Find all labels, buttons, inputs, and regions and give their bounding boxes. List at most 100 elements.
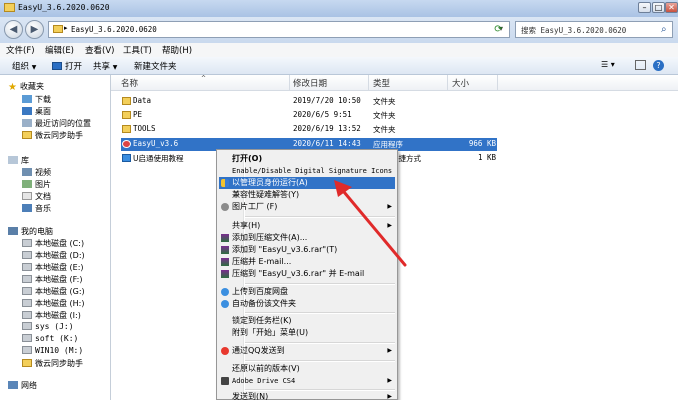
app-icon xyxy=(122,140,131,148)
file-row[interactable]: TOOLS 2020/6/19 13:52 文件夹 xyxy=(111,123,678,136)
menu-item-adobe-drive[interactable]: Adobe Drive CS4 ▶ xyxy=(219,375,395,387)
menu-item-compress-email[interactable]: 压缩并 E-mail... xyxy=(219,256,395,268)
nav-item-downloads[interactable]: 下载 xyxy=(22,94,51,105)
refresh-icon[interactable]: ⟳ xyxy=(492,23,505,36)
column-size[interactable]: 大小 xyxy=(452,77,469,89)
forward-button[interactable]: ▶ xyxy=(25,20,44,39)
nav-libraries[interactable]: 库 xyxy=(8,155,29,166)
nav-drive[interactable]: 本地磁盘 (H:) xyxy=(22,298,85,309)
menu-item-auto-backup[interactable]: 自动备份该文件夹 xyxy=(219,298,395,310)
nav-item-videos[interactable]: 视频 xyxy=(22,167,51,178)
new-folder-button[interactable]: 新建文件夹 xyxy=(134,60,177,72)
nav-item-music[interactable]: 音乐 xyxy=(22,203,51,214)
menu-item-send-qq[interactable]: 通过QQ发送到 ▶ xyxy=(219,345,395,357)
nav-drive[interactable]: WIN10 (M:) xyxy=(22,346,83,355)
nav-label: 视频 xyxy=(35,168,51,177)
column-divider[interactable] xyxy=(497,75,498,90)
menu-item-share[interactable]: 共享(H) ▶ xyxy=(219,220,395,232)
menu-label: 附到「开始」菜单(U) xyxy=(232,328,309,337)
menu-item-picture-factory[interactable]: 图片工厂 (F) ▶ xyxy=(219,201,395,213)
menu-item-digital-signature[interactable]: Enable/Disable Digital Signature Icons xyxy=(219,165,395,177)
column-type[interactable]: 类型 xyxy=(373,77,390,89)
nav-favorites[interactable]: ★ 收藏夹 xyxy=(8,81,44,93)
minimize-button[interactable]: – xyxy=(638,2,651,13)
nav-drive[interactable]: 本地磁盘 (D:) xyxy=(22,250,85,261)
qq-icon xyxy=(221,347,229,355)
menu-file[interactable]: 文件(F) xyxy=(6,44,35,56)
file-date: 2020/6/11 14:43 xyxy=(293,139,361,148)
drive-icon xyxy=(22,239,32,247)
drive-icon xyxy=(22,311,32,319)
menu-separator xyxy=(245,283,395,285)
submenu-arrow-icon: ▶ xyxy=(387,203,392,210)
menu-tools[interactable]: 工具(T) xyxy=(123,44,152,56)
view-options-icon[interactable]: ☰ ▾ xyxy=(601,60,615,69)
breadcrumb-chevron-icon[interactable]: ▸ xyxy=(64,24,68,32)
nav-computer[interactable]: 我的电脑 xyxy=(8,226,53,237)
nav-drive[interactable]: soft (K:) xyxy=(22,334,78,343)
adobe-drive-icon xyxy=(221,377,229,385)
nav-item-documents[interactable]: 文档 xyxy=(22,191,51,202)
folder-icon xyxy=(53,25,63,33)
nav-item-desktop[interactable]: 桌面 xyxy=(22,106,51,117)
share-button[interactable]: 共享 ▼ xyxy=(93,60,117,72)
column-divider[interactable] xyxy=(368,75,369,90)
nav-network[interactable]: 网络 xyxy=(8,380,37,391)
file-row[interactable]: PE 2020/6/5 9:51 文件夹 xyxy=(111,109,678,122)
file-date: 2019/7/20 10:50 xyxy=(293,96,361,105)
preview-pane-icon[interactable] xyxy=(635,60,646,70)
nav-drive[interactable]: 本地磁盘 (E:) xyxy=(22,262,84,273)
menu-item-pin-start[interactable]: 附到「开始」菜单(U) xyxy=(219,327,395,339)
file-row[interactable]: Data 2019/7/20 10:50 文件夹 xyxy=(111,95,678,108)
nav-drive[interactable]: 本地磁盘 (I:) xyxy=(22,310,81,321)
maximize-button[interactable]: □ xyxy=(652,2,665,13)
nav-label: 本地磁盘 (G:) xyxy=(35,287,85,296)
organize-button[interactable]: 组织 ▼ xyxy=(12,60,36,72)
search-input[interactable]: 搜索 EasyU_3.6.2020.0620 ⌕ xyxy=(515,21,673,38)
menu-item-run-as-admin[interactable]: 以管理员身份运行(A) xyxy=(219,177,395,189)
nav-drive[interactable]: 本地磁盘 (C:) xyxy=(22,238,84,249)
menu-item-pin-taskbar[interactable]: 锁定到任务栏(K) xyxy=(219,315,395,327)
menu-label: 压缩并 E-mail... xyxy=(232,257,292,266)
menu-edit[interactable]: 编辑(E) xyxy=(45,44,74,56)
menu-item-add-archive[interactable]: 添加到压缩文件(A)... xyxy=(219,232,395,244)
picture-factory-icon xyxy=(221,203,229,211)
nav-item-recent[interactable]: 最近访问的位置 xyxy=(22,118,91,129)
menu-item-open[interactable]: 打开(O) xyxy=(219,153,395,165)
column-divider[interactable] xyxy=(447,75,448,90)
nav-label: 微云同步助手 xyxy=(35,131,83,140)
nav-item-weiyun[interactable]: 微云同步助手 xyxy=(22,130,83,141)
folder-icon xyxy=(122,111,131,119)
back-button[interactable]: ◀ xyxy=(4,20,23,39)
drive-icon xyxy=(22,251,32,259)
nav-computer-label: 我的电脑 xyxy=(21,227,53,236)
close-button[interactable]: ✕ xyxy=(665,2,678,13)
menu-label: 添加到压缩文件(A)... xyxy=(232,233,308,242)
menu-item-restore-previous[interactable]: 还原以前的版本(V) xyxy=(219,363,395,375)
nav-drive[interactable]: 本地磁盘 (G:) xyxy=(22,286,85,297)
menu-help[interactable]: 帮助(H) xyxy=(162,44,192,56)
menu-item-compress-rar-email[interactable]: 压缩到 "EasyU_v3.6.rar" 并 E-mail xyxy=(219,268,395,280)
nav-item-pictures[interactable]: 图片 xyxy=(22,179,51,190)
nav-label: 文档 xyxy=(35,192,51,201)
menu-item-compatibility[interactable]: 兼容性疑难解答(Y) xyxy=(219,189,395,201)
nav-drive[interactable]: 本地磁盘 (F:) xyxy=(22,274,82,285)
nav-item-weiyun[interactable]: 微云同步助手 xyxy=(22,358,83,369)
search-icon[interactable]: ⌕ xyxy=(661,24,667,35)
menu-label: 还原以前的版本(V) xyxy=(232,364,300,373)
nav-drive[interactable]: sys (J:) xyxy=(22,322,74,331)
menu-view[interactable]: 查看(V) xyxy=(85,44,114,56)
winrar-icon xyxy=(221,234,229,242)
open-button[interactable]: 打开 xyxy=(52,60,82,72)
column-date[interactable]: 修改日期 xyxy=(293,77,327,89)
menu-item-upload-baidu[interactable]: 上传到百度网盘 xyxy=(219,286,395,298)
column-name[interactable]: 名称 xyxy=(121,77,138,89)
help-icon[interactable]: ? xyxy=(653,60,664,71)
menu-item-send-to[interactable]: 发送到(N) ▶ xyxy=(219,391,395,400)
menu-item-add-rar[interactable]: 添加到 "EasyU_v3.6.rar"(T) xyxy=(219,244,395,256)
nav-libraries-label: 库 xyxy=(21,156,29,165)
nav-label: 最近访问的位置 xyxy=(35,119,91,128)
menu-label: 上传到百度网盘 xyxy=(232,287,288,296)
column-divider[interactable] xyxy=(289,75,290,90)
address-bar[interactable]: ▸ EasyU_3.6.2020.0620 ▾ xyxy=(48,21,510,38)
